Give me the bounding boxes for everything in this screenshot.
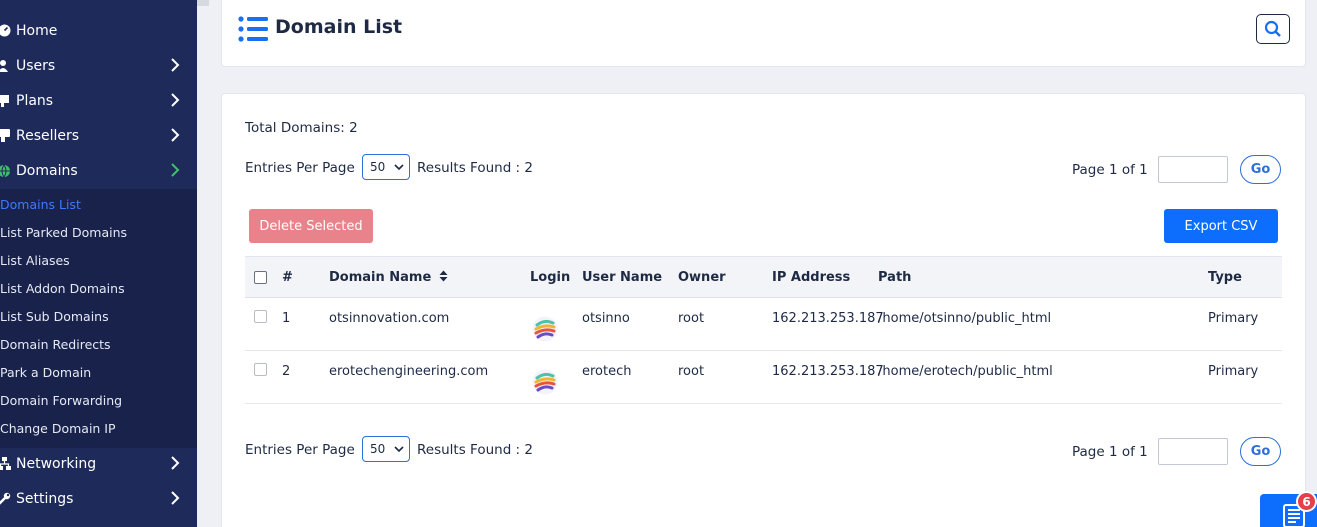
sidebar-item-plans[interactable]: Plans xyxy=(0,83,197,118)
user-name: otsinno xyxy=(582,311,630,326)
path: /home/erotech/public_html xyxy=(878,364,1053,379)
total-domains: Total Domains: 2 xyxy=(245,120,358,136)
delete-selected-button[interactable]: Delete Selected xyxy=(249,209,373,243)
sidebar-item-label: Settings xyxy=(16,490,74,507)
sidebar-item-label: Resellers xyxy=(16,127,80,144)
ip-address: 162.213.253.187 xyxy=(772,311,884,326)
domains-submenu: Domains List List Parked Domains List Al… xyxy=(0,189,197,448)
entries-per-page-label: Entries Per Page xyxy=(245,160,355,176)
submenu-item-list-parked-domains[interactable]: List Parked Domains xyxy=(0,223,127,243)
sidebar-item-label: Home xyxy=(16,22,58,39)
submenu-item-park-a-domain[interactable]: Park a Domain xyxy=(0,363,91,383)
list-icon xyxy=(238,16,268,42)
domain-name: erotechengineering.com xyxy=(329,364,489,379)
page-info: Page 1 of 1 xyxy=(1072,162,1148,178)
domains-card: Total Domains: 2 Entries Per Page 50 Res… xyxy=(221,93,1306,527)
header-card: Domain List xyxy=(221,0,1306,67)
export-csv-button[interactable]: Export CSV xyxy=(1164,209,1278,243)
globe-icon xyxy=(0,164,11,178)
row-number: 2 xyxy=(282,364,291,379)
sidebar-item-label: Users xyxy=(16,57,56,74)
table-row: 1 otsinnovation.com otsinno root 162.213… xyxy=(245,298,1282,351)
submenu-item-domain-redirects[interactable]: Domain Redirects xyxy=(0,335,111,355)
select-all-checkbox[interactable] xyxy=(254,271,267,284)
row-checkbox[interactable] xyxy=(254,310,267,323)
wrench-icon xyxy=(0,492,11,506)
notification-badge: 6 xyxy=(1296,491,1317,512)
column-header-label: Domain Name xyxy=(329,270,432,285)
submenu-item-domain-forwarding[interactable]: Domain Forwarding xyxy=(0,391,122,411)
page-title: Domain List xyxy=(275,16,403,38)
submenu-item-change-domain-ip[interactable]: Change Domain IP xyxy=(0,419,116,439)
column-header-ip-address: IP Address xyxy=(772,270,851,285)
login-icon[interactable] xyxy=(532,316,558,342)
column-header-owner: Owner xyxy=(678,270,726,285)
user-icon xyxy=(0,59,11,73)
page-number-input[interactable] xyxy=(1158,156,1228,183)
entries-per-page-value: 50 xyxy=(370,442,386,456)
chevron-right-icon xyxy=(171,491,180,505)
owner: root xyxy=(678,364,705,379)
sidebar-item-label: Domains xyxy=(16,162,78,179)
row-checkbox[interactable] xyxy=(254,363,267,376)
sidebar-item-home[interactable]: Home xyxy=(0,13,197,48)
search-button[interactable] xyxy=(1256,14,1290,44)
type: Primary xyxy=(1208,311,1259,326)
entries-per-page-select[interactable]: 50 xyxy=(362,436,410,462)
column-header-type: Type xyxy=(1208,270,1242,285)
sidebar-item-settings[interactable]: Settings xyxy=(0,481,197,516)
column-header-domain-name[interactable]: Domain Name xyxy=(329,270,448,285)
column-header-number: # xyxy=(282,270,293,285)
scrollbar[interactable] xyxy=(197,0,209,6)
domain-name: otsinnovation.com xyxy=(329,311,450,326)
sidebar-item-label: Plans xyxy=(16,92,54,109)
chevron-right-icon xyxy=(171,93,180,107)
plans-icon xyxy=(0,94,11,108)
speedometer-icon xyxy=(0,24,11,38)
sidebar: Home Users Plans Resellers Domains Domai… xyxy=(0,0,197,527)
ip-address: 162.213.253.187 xyxy=(772,364,884,379)
chevron-right-icon xyxy=(171,128,180,142)
entries-per-page-select[interactable]: 50 xyxy=(362,154,410,180)
sidebar-item-users[interactable]: Users xyxy=(0,48,197,83)
column-header-login: Login xyxy=(530,270,571,285)
submenu-item-list-sub-domains[interactable]: List Sub Domains xyxy=(0,307,109,327)
type: Primary xyxy=(1208,364,1259,379)
submenu-item-domains-list[interactable]: Domains List xyxy=(0,195,81,215)
results-found: Results Found : 2 xyxy=(417,160,533,176)
sidebar-item-label: Networking xyxy=(16,455,97,472)
sort-icon xyxy=(439,270,448,282)
chevron-down-icon xyxy=(394,446,404,453)
chevron-right-icon xyxy=(171,456,180,470)
login-icon[interactable] xyxy=(532,369,558,395)
chevron-right-icon xyxy=(171,163,180,177)
row-number: 1 xyxy=(282,311,291,326)
path: /home/otsinno/public_html xyxy=(878,311,1052,326)
chevron-down-icon xyxy=(394,164,404,171)
network-icon xyxy=(0,457,11,471)
table-header: # Domain Name Login User Name Owner IP A… xyxy=(245,256,1282,298)
sidebar-item-networking[interactable]: Networking xyxy=(0,446,197,481)
column-header-user-name: User Name xyxy=(582,270,663,285)
results-found: Results Found : 2 xyxy=(417,442,533,458)
search-icon xyxy=(1264,20,1281,37)
submenu-item-list-aliases[interactable]: List Aliases xyxy=(0,251,70,271)
table-row: 2 erotechengineering.com erotech root 16… xyxy=(245,351,1282,404)
page-info: Page 1 of 1 xyxy=(1072,444,1148,460)
reseller-icon xyxy=(0,129,11,143)
go-button[interactable]: Go xyxy=(1240,437,1281,466)
entries-per-page-value: 50 xyxy=(370,160,386,174)
column-header-path: Path xyxy=(878,270,912,285)
chevron-right-icon xyxy=(171,58,180,72)
sidebar-item-domains[interactable]: Domains xyxy=(0,153,197,188)
page-number-input[interactable] xyxy=(1158,438,1228,465)
entries-per-page-label: Entries Per Page xyxy=(245,442,355,458)
owner: root xyxy=(678,311,705,326)
go-button[interactable]: Go xyxy=(1240,155,1281,184)
sidebar-item-resellers[interactable]: Resellers xyxy=(0,118,197,153)
submenu-item-list-addon-domains[interactable]: List Addon Domains xyxy=(0,279,125,299)
user-name: erotech xyxy=(582,364,632,379)
